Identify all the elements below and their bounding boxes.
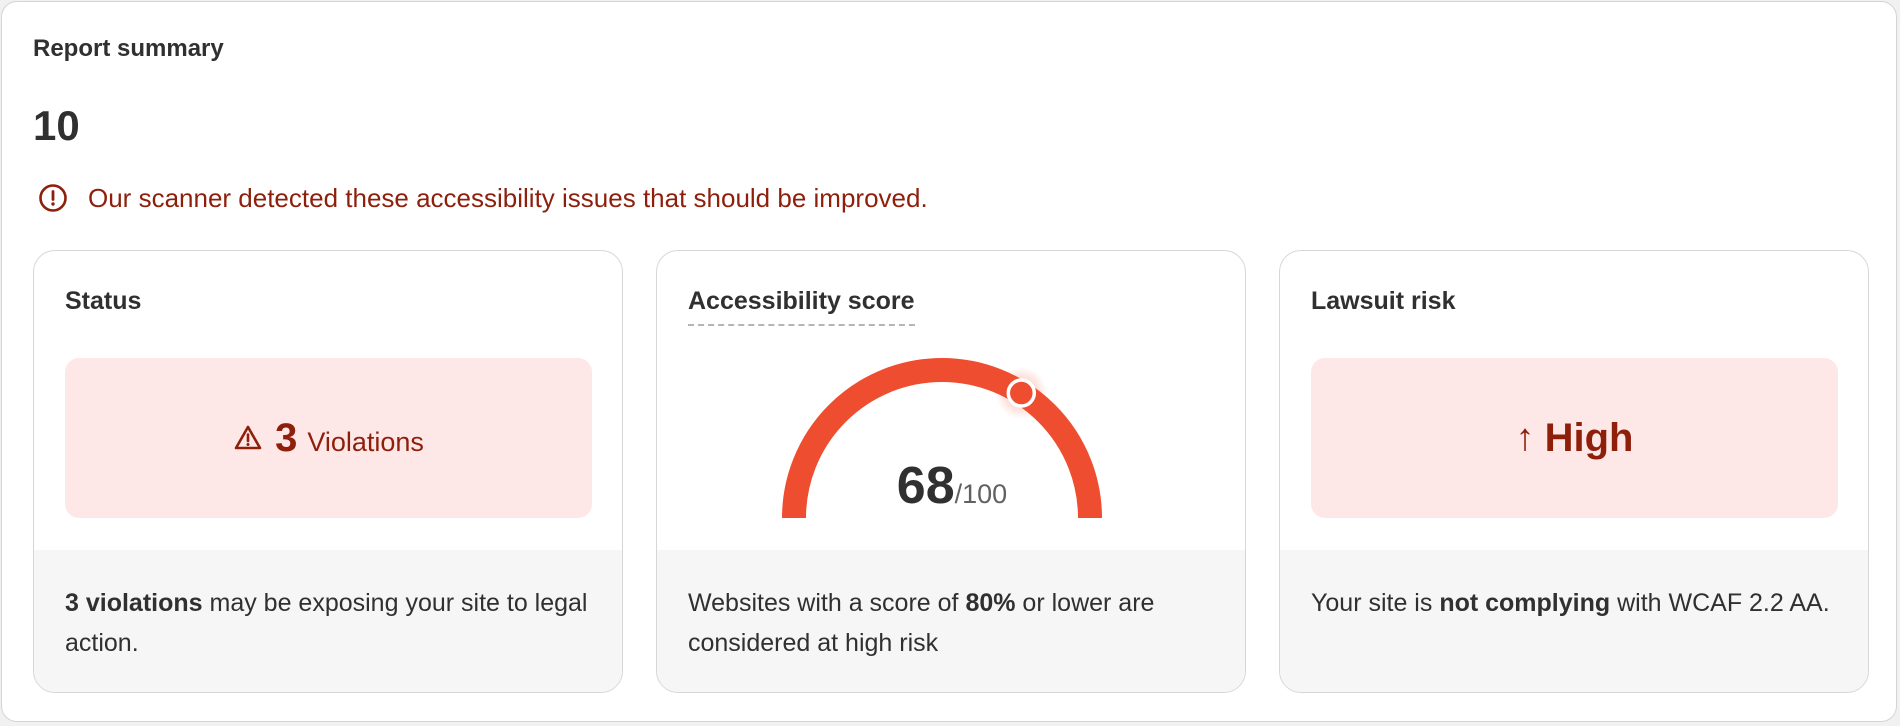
violations-count: 3	[275, 415, 298, 460]
footer-text: Your site is	[1311, 589, 1440, 617]
risk-card-footer: Your site is not complying with WCAF 2.2…	[1280, 550, 1868, 692]
status-card-footer: 3 violations may be exposing your site t…	[34, 550, 622, 692]
arrow-up-icon: ↑	[1515, 416, 1535, 459]
alert-banner: Our scanner detected these accessibility…	[38, 182, 928, 214]
lawsuit-risk-card: Lawsuit risk ↑ High Your site is not com…	[1279, 250, 1869, 693]
alert-message: Our scanner detected these accessibility…	[88, 182, 928, 213]
report-count: 10	[33, 102, 80, 149]
violations-badge: 3 Violations	[65, 358, 592, 518]
risk-level: High	[1544, 415, 1634, 460]
footer-text: Websites with a score of	[688, 589, 966, 617]
footer-emphasis: 80%	[965, 589, 1016, 617]
footer-text-end: with WCAF 2.2 AA.	[1610, 589, 1830, 617]
score-card: Accessibility score 68/100 Websites with…	[656, 250, 1246, 693]
gauge-knob	[1006, 378, 1037, 408]
status-card-title: Status	[65, 287, 142, 315]
alert-circle-icon	[38, 183, 68, 213]
score-readout: 68/100	[657, 456, 1245, 516]
violations-label: Violations	[307, 426, 424, 457]
warning-triangle-icon	[233, 423, 263, 453]
risk-badge: ↑ High	[1311, 358, 1838, 518]
footer-emphasis: not complying	[1439, 589, 1611, 617]
footer-emphasis: 3 violations	[65, 589, 203, 617]
score-card-footer: Websites with a score of 80% or lower ar…	[657, 550, 1245, 692]
score-max: /100	[954, 479, 1008, 509]
risk-card-title: Lawsuit risk	[1311, 287, 1456, 315]
report-summary-panel: Report summary 10 Our scanner detected t…	[1, 1, 1897, 722]
report-title: Report summary	[33, 35, 224, 62]
score-value: 68	[896, 457, 955, 515]
status-card: Status 3 Violations 3 violations may be …	[33, 250, 623, 693]
